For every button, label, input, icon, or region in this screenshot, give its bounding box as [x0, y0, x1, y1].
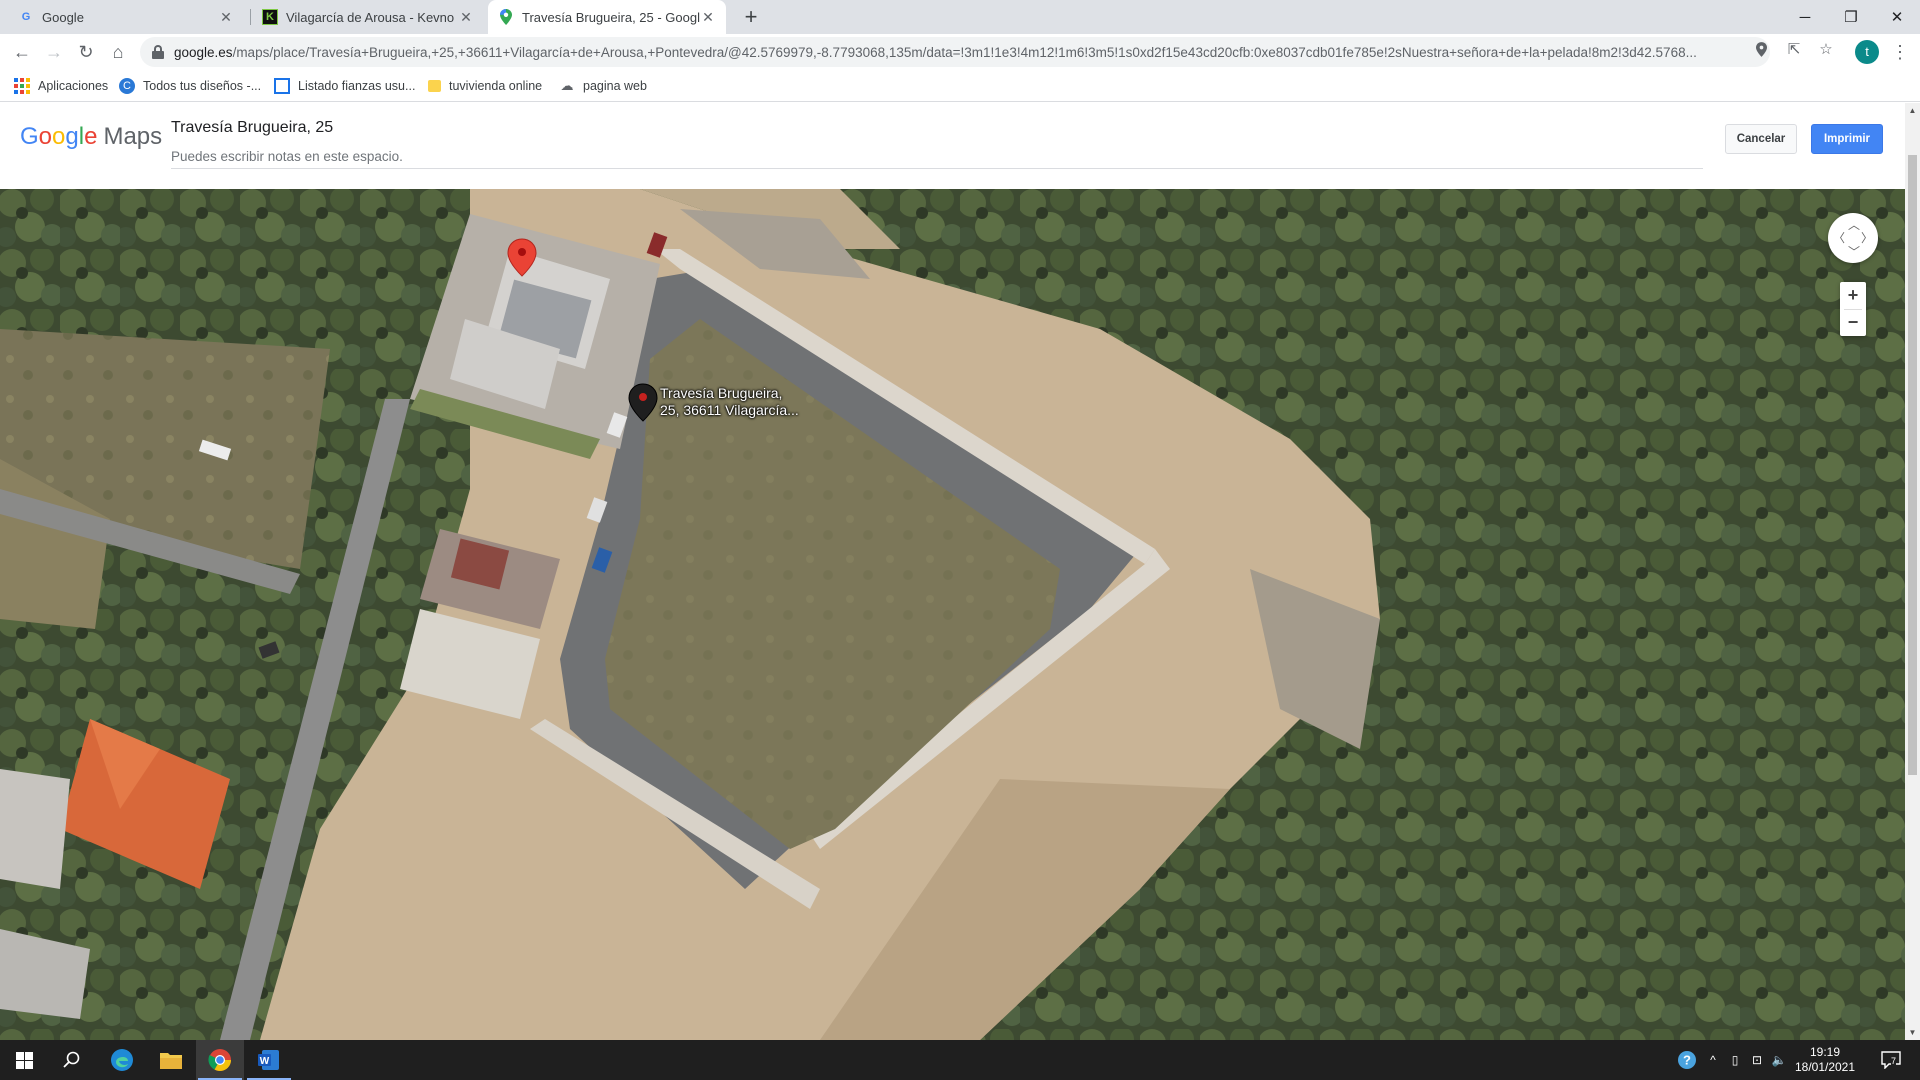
compass-down-arrow-icon[interactable]: ﹀	[1848, 243, 1860, 260]
location-icon[interactable]	[1751, 39, 1771, 59]
notification-count: 7	[1891, 1056, 1897, 1066]
chevron-up-icon[interactable]: ^	[1705, 1040, 1721, 1080]
folder-icon	[428, 80, 441, 92]
notifications-button[interactable]: 7	[1876, 1040, 1906, 1080]
zoom-control: + −	[1840, 282, 1866, 336]
scroll-up-icon[interactable]: ▲	[1905, 103, 1920, 118]
zoom-in-button[interactable]: +	[1840, 282, 1866, 309]
home-button[interactable]: ⌂	[104, 38, 132, 66]
system-clock[interactable]: 19:19 18/01/2021	[1790, 1045, 1860, 1075]
bookmark-tuvivienda[interactable]: tuvivienda online	[428, 70, 542, 102]
browser-toolbar: ← → ↻ ⌂ google.es/maps/place/Travesía+Br…	[0, 34, 1920, 70]
search-icon	[63, 1051, 80, 1068]
scroll-down-icon[interactable]: ▼	[1905, 1025, 1920, 1040]
satellite-imagery	[0, 189, 1905, 1040]
canva-icon: C	[119, 78, 135, 94]
volume-icon[interactable]: 🔈	[1770, 1040, 1788, 1080]
close-tab-icon[interactable]: ✕	[218, 9, 234, 26]
bookmark-canva[interactable]: C Todos tus diseños -...	[119, 70, 261, 102]
google-wordmark: Google	[20, 123, 98, 150]
address-pin-label[interactable]: Travesía Brugueira, 25, 36611 Vilagarcía…	[660, 385, 820, 419]
chrome-icon	[208, 1049, 231, 1071]
windows-icon	[15, 1051, 33, 1069]
edge-icon	[111, 1049, 133, 1071]
compass-right-arrow-icon[interactable]: 〉	[1861, 229, 1873, 246]
start-button[interactable]	[0, 1040, 48, 1080]
folder-icon	[160, 1053, 182, 1069]
tab-kevno[interactable]: K Vilagarcía de Arousa - Kevno Inm ✕	[252, 0, 484, 34]
compass-control[interactable]: ︿ ﹀ 〈 〉	[1828, 213, 1878, 263]
close-window-button[interactable]: ✕	[1874, 0, 1920, 34]
satellite-map[interactable]: Travesía Brugueira, 25, 36611 Vilagarcía…	[0, 189, 1905, 1040]
word-icon: W	[258, 1050, 279, 1070]
bookmarks-bar: Aplicaciones C Todos tus diseños -... Li…	[0, 70, 1920, 102]
network-icon[interactable]: ⊡	[1748, 1040, 1766, 1080]
maps-favicon	[498, 9, 514, 25]
tab-title: Google	[42, 9, 84, 25]
bookmark-star-icon[interactable]: ☆	[1816, 39, 1836, 59]
device-tray-icon[interactable]: ▯	[1726, 1040, 1744, 1080]
open-in-app-icon[interactable]: ⇱	[1784, 39, 1804, 59]
reload-button[interactable]: ↻	[72, 38, 100, 66]
file-explorer-taskbar-button[interactable]	[147, 1040, 195, 1080]
address-bar[interactable]: google.es/maps/place/Travesía+Brugueira,…	[140, 37, 1770, 67]
new-tab-button[interactable]: +	[738, 4, 764, 30]
place-title: Travesía Brugueira, 25	[171, 119, 334, 136]
tab-google-maps[interactable]: Travesía Brugueira, 25 - Google M ✕	[488, 0, 726, 34]
kevno-favicon: K	[262, 9, 278, 25]
bookmark-fianzas[interactable]: Listado fianzas usu...	[274, 70, 415, 102]
lock-icon[interactable]	[152, 45, 164, 59]
url-text[interactable]: google.es/maps/place/Travesía+Brugueira,…	[174, 45, 1754, 60]
sheet-icon	[274, 78, 290, 94]
windows-taskbar: W ? ^ ▯ ⊡ 🔈 19:19 18/01/2021 7	[0, 1040, 1920, 1080]
back-button[interactable]: ←	[8, 38, 36, 66]
profile-avatar[interactable]: t	[1855, 40, 1879, 64]
search-button[interactable]	[48, 1040, 96, 1080]
compass-up-arrow-icon[interactable]: ︿	[1848, 216, 1860, 233]
print-button[interactable]: Imprimir	[1811, 124, 1883, 154]
google-favicon: G	[21, 11, 31, 23]
word-taskbar-button[interactable]: W	[245, 1040, 293, 1080]
notes-field[interactable]	[171, 145, 1703, 169]
bookmark-pagina-web[interactable]: ☁ pagina web	[559, 70, 647, 102]
tab-title: Vilagarcía de Arousa - Kevno Inm	[286, 9, 458, 25]
tab-title: Travesía Brugueira, 25 - Google M	[522, 9, 700, 25]
cancel-button[interactable]: Cancelar	[1725, 124, 1797, 154]
svg-text:?: ?	[1683, 1053, 1691, 1068]
zoom-out-button[interactable]: −	[1840, 309, 1866, 336]
scroll-thumb[interactable]	[1908, 155, 1917, 775]
close-tab-icon[interactable]: ✕	[458, 9, 474, 26]
google-maps-logo: Google Maps	[20, 123, 163, 150]
forward-button[interactable]: →	[40, 38, 68, 66]
page-scrollbar[interactable]: ▲ ▼	[1905, 103, 1920, 1040]
print-header: GoogleMaps Travesía Brugueira, 25 Cancel…	[0, 103, 1905, 189]
maximize-button[interactable]: ❐	[1828, 0, 1874, 34]
help-tray-icon[interactable]: ?	[1672, 1040, 1702, 1080]
compass-left-arrow-icon[interactable]: 〈	[1833, 229, 1845, 246]
apps-grid-icon	[14, 78, 30, 94]
edge-taskbar-button[interactable]	[98, 1040, 146, 1080]
tab-strip: G Google ✕ K Vilagarcía de Arousa - Kevn…	[0, 0, 1920, 34]
svg-text:W: W	[260, 1056, 270, 1067]
menu-icon[interactable]: ⋮	[1890, 39, 1910, 65]
tab-google[interactable]: G Google ✕	[8, 0, 244, 34]
minimize-button[interactable]: ─	[1782, 0, 1828, 34]
cloud-icon: ☁	[560, 78, 574, 93]
chrome-taskbar-button[interactable]	[196, 1040, 244, 1080]
close-tab-icon[interactable]: ✕	[700, 9, 716, 26]
bookmark-apps[interactable]: Aplicaciones	[14, 70, 108, 102]
